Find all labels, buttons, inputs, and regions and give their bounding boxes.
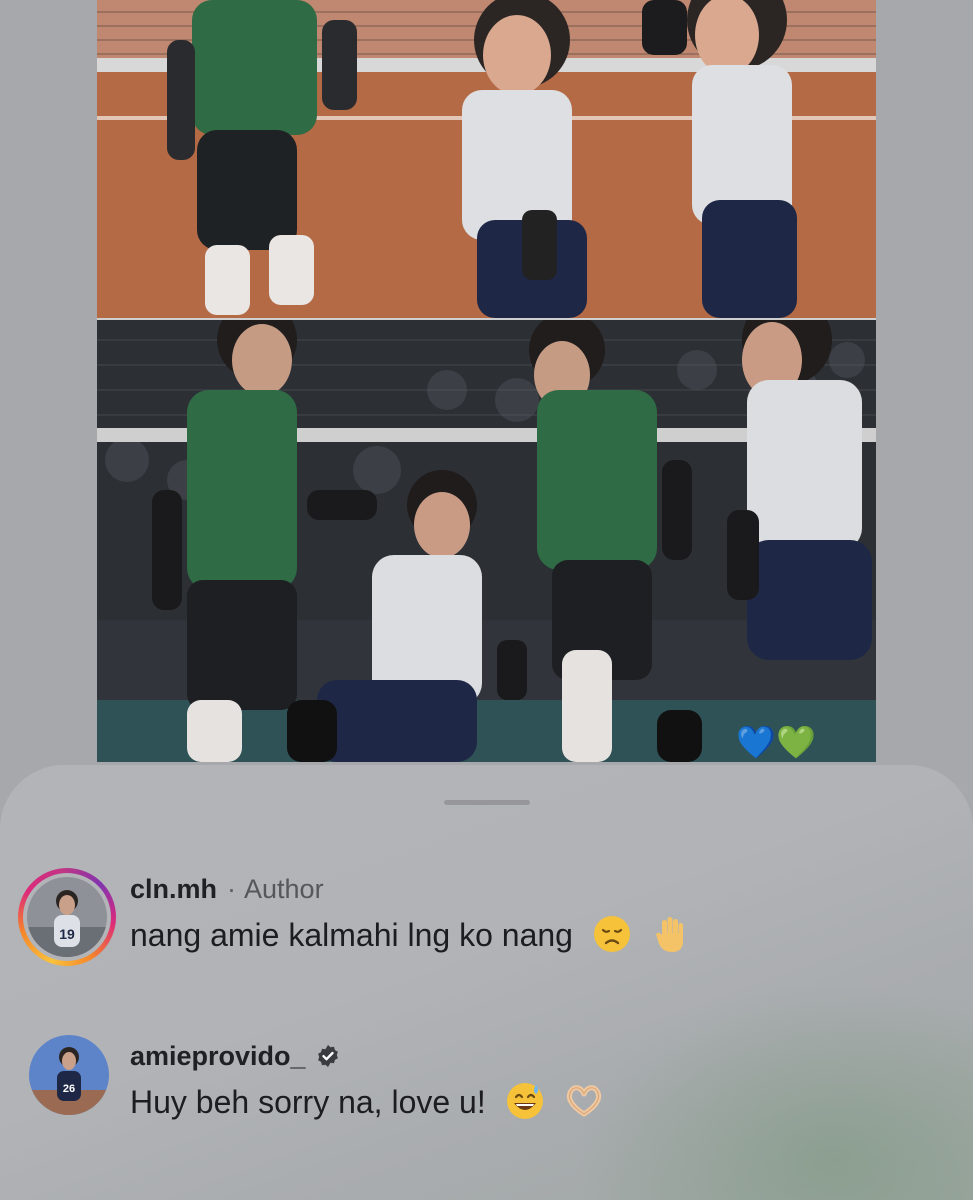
photo-bottom-illustration	[97, 320, 876, 762]
grinning-sweat-face-icon	[505, 1081, 545, 1121]
sheet-grabber[interactable]	[444, 800, 530, 805]
blue-heart-icon: 💙	[736, 723, 777, 761]
heart-hands-icon	[564, 1081, 604, 1121]
meta-separator: ·	[227, 873, 237, 904]
svg-text:26: 26	[63, 1083, 75, 1095]
comment-meta: amieprovido_	[130, 1038, 340, 1074]
post-image[interactable]: 💙💚	[97, 0, 876, 762]
comment-text: nang amie kalmahi lng ko nang	[130, 917, 573, 953]
green-heart-icon: 💚	[776, 723, 816, 761]
raised-hand-icon	[651, 914, 691, 954]
comment-text-row: nang amie kalmahi lng ko nang	[130, 914, 691, 954]
comment-text: Huy beh sorry na, love u!	[130, 1084, 486, 1120]
photo-top-illustration	[97, 0, 876, 318]
avatar[interactable]: 19	[27, 877, 107, 957]
avatar[interactable]: 26	[29, 1035, 109, 1115]
comment-meta: cln.mh · Author	[130, 871, 324, 907]
comment-text-row: Huy beh sorry na, love u!	[130, 1081, 604, 1121]
avatar-image: 19	[27, 877, 107, 957]
svg-text:19: 19	[59, 926, 75, 942]
avatar-story-ring[interactable]: 19	[18, 868, 116, 966]
comment-username[interactable]: amieprovido_	[130, 1041, 306, 1072]
verified-badge-icon	[316, 1044, 340, 1068]
comment-username[interactable]: cln.mh	[130, 874, 217, 905]
avatar-image: 26	[29, 1035, 109, 1115]
photo-bottom: 💙💚	[97, 320, 876, 762]
comments-sheet: 19 cln.mh · Author nang amie kalmahi lng…	[0, 765, 973, 1200]
photo-top	[97, 0, 876, 318]
heart-emojis: 💙💚	[736, 726, 816, 758]
disappointed-face-icon	[592, 914, 632, 954]
author-badge: Author	[244, 873, 324, 904]
